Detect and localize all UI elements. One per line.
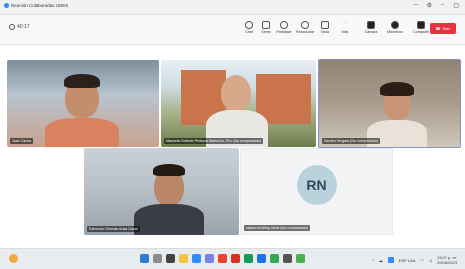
- view-icon: [321, 21, 329, 29]
- window-titlebar: Reunión Colaboradas UDES – ⚙ – ▢: [0, 0, 465, 15]
- whatsapp-icon[interactable]: [296, 254, 305, 263]
- volume-icon[interactable]: ◁: [429, 258, 432, 263]
- participant-hair: [153, 164, 185, 176]
- raise-hand-button[interactable]: Participar: [275, 21, 293, 34]
- file-explorer-icon[interactable]: [179, 254, 188, 263]
- more-icon: ⋯: [343, 21, 347, 25]
- participant-tile[interactable]: Juan Carlos: [7, 60, 159, 147]
- people-icon: [262, 21, 270, 29]
- smile-icon: [301, 21, 309, 29]
- avatar: RN: [296, 164, 337, 205]
- camera-icon: [367, 21, 375, 29]
- minimize-window-icon[interactable]: –: [441, 2, 444, 9]
- meeting-timer: 40:17: [9, 24, 30, 30]
- participant-tile[interactable]: Manuela Orlando Pedroza Mahecha, Pro. (N…: [161, 60, 316, 147]
- leave-button[interactable]: ☎ Salir: [430, 23, 456, 34]
- participant-hair: [64, 74, 100, 88]
- chevron-up-icon[interactable]: ^: [372, 258, 374, 263]
- settings-icon[interactable]: ⚙: [427, 2, 432, 9]
- chat-icon: [245, 21, 253, 29]
- microphone-button[interactable]: Micrófono: [386, 21, 404, 34]
- participant-name: Edmundo Germán Arias Dacal: [87, 226, 140, 232]
- participant-name: Juan Carlos: [10, 138, 34, 144]
- search-icon[interactable]: [153, 254, 162, 263]
- mic-icon: [391, 21, 399, 29]
- zoom-app-icon[interactable]: [192, 254, 201, 263]
- zoom-icon: [4, 3, 9, 8]
- participant-tile[interactable]: Edmundo Germán Arias Dacal: [84, 148, 239, 235]
- participant-body: [45, 118, 119, 147]
- view-button[interactable]: Vista: [316, 21, 334, 34]
- more-button[interactable]: ⋯ Más: [336, 21, 354, 34]
- zoom-tray-icon[interactable]: [387, 257, 394, 263]
- wifi-icon[interactable]: ◠: [420, 258, 424, 263]
- chat-button[interactable]: Chat: [240, 21, 258, 34]
- task-view-icon[interactable]: [166, 254, 175, 263]
- participant-video: [221, 75, 251, 111]
- app-icon[interactable]: [244, 254, 253, 263]
- participant-name: raissa rendring nieve (No comprobado): [244, 225, 311, 231]
- os-taskbar: ^ ☁ ESP LAA ◠ ◁ 13:07 p. m. 20/06/2023: [0, 248, 465, 269]
- share-icon: [417, 21, 425, 29]
- weather-icon[interactable]: [9, 254, 18, 263]
- participant-hair: [380, 82, 414, 96]
- app-icon[interactable]: [283, 254, 292, 263]
- window-title: Reunión Colaboradas UDES: [4, 3, 68, 8]
- chrome-icon[interactable]: [270, 254, 279, 263]
- participant-name: Sandra Vergara (No comprobado): [322, 138, 381, 144]
- edge-icon[interactable]: [257, 254, 266, 263]
- camera-button[interactable]: Cámara: [362, 21, 380, 34]
- teams-icon[interactable]: [205, 254, 214, 263]
- participant-tile[interactable]: RN raissa rendring nieve (No comprobado): [240, 148, 393, 235]
- language-indicator[interactable]: ESP LAA: [399, 258, 416, 263]
- video-gallery: Juan Carlos Manuela Orlando Pedroza Mahe…: [0, 45, 465, 248]
- app-icon[interactable]: [231, 254, 240, 263]
- clock-date: 20/06/2023: [436, 260, 457, 265]
- window-title-text: Reunión Colaboradas UDES: [11, 3, 69, 8]
- clock[interactable]: 13:07 p. m. 20/06/2023: [437, 255, 457, 265]
- hand-icon: [280, 21, 288, 29]
- app-icon[interactable]: [218, 254, 227, 263]
- taskbar-apps: [140, 254, 305, 263]
- phone-icon: ☎: [435, 26, 441, 31]
- share-button[interactable]: Compartir: [412, 21, 430, 34]
- window-controls: – ⚙ – ▢: [414, 2, 459, 9]
- participants-button[interactable]: Seres: [257, 21, 275, 34]
- participant-tile-active[interactable]: Sandra Vergara (No comprobado): [318, 59, 461, 148]
- windows-start-icon[interactable]: [140, 254, 149, 263]
- react-button[interactable]: Reaccionar: [296, 21, 314, 34]
- maximize-icon[interactable]: ▢: [453, 2, 459, 9]
- cloud-icon[interactable]: ☁: [379, 258, 383, 263]
- participant-name: Manuela Orlando Pedroza Mahecha, Pro. (N…: [164, 138, 264, 144]
- clock-icon: [9, 24, 15, 30]
- system-tray: ^ ☁ ESP LAA ◠ ◁ 13:07 p. m. 20/06/2023: [372, 255, 457, 265]
- participant-body: [134, 204, 204, 235]
- timer-text: 40:17: [17, 24, 30, 30]
- meeting-toolbar: 40:17 Chat Seres Participar Reaccionar V…: [0, 15, 465, 45]
- minimize-icon[interactable]: –: [414, 2, 417, 9]
